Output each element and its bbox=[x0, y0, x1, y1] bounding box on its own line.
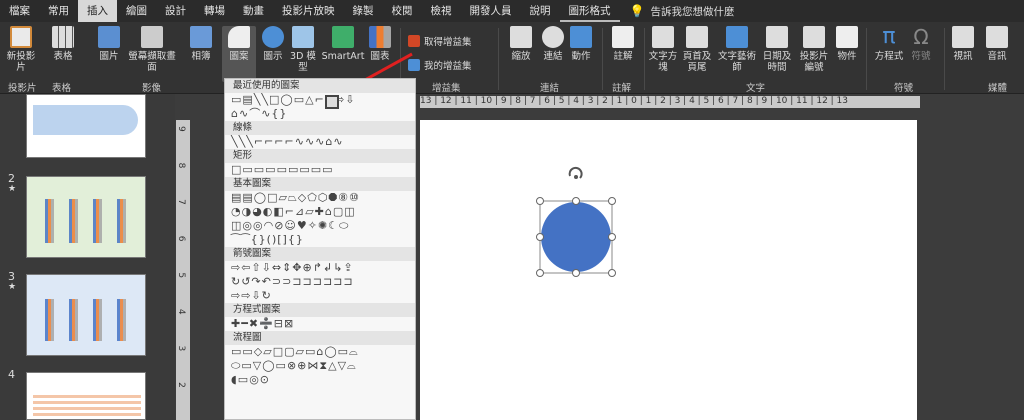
flowchart-row[interactable]: ⬭▭▽◯▭⊗⊕⋈⧗△▽⌓ bbox=[225, 359, 415, 373]
equation-shapes-row[interactable]: ✚━✖➗⊟⊠ bbox=[225, 317, 415, 331]
section-recent-shapes: 最近使用的圖案 bbox=[225, 79, 415, 93]
basic-shapes-row[interactable]: ◫◎◎◠⊘☺♥✧✺☾⬭ bbox=[225, 219, 415, 233]
section-block-arrows: 箭號圖案 bbox=[225, 247, 415, 261]
selected-circle-shape[interactable] bbox=[0, 0, 1024, 420]
recent-shapes-row[interactable]: ⌂∿⌒∿{} bbox=[225, 107, 415, 121]
circle-shape[interactable] bbox=[541, 202, 611, 272]
rectangles-row[interactable]: □▭▭▭▭▭▭▭▭ bbox=[225, 163, 415, 177]
basic-shapes-row[interactable]: ▤▤◯□▱⏢◇⬠⬡⯃⑧⑩ bbox=[225, 191, 415, 205]
section-equation-shapes: 方程式圖案 bbox=[225, 303, 415, 317]
section-flowchart: 流程圖 bbox=[225, 331, 415, 345]
shapes-dropdown[interactable]: 最近使用的圖案 ▭▤╲╲□◯▭△⌐⌐⇨⇩ ⌂∿⌒∿{} 線條 ╲╲╲⌐⌐⌐⌐∿∿… bbox=[224, 78, 416, 420]
block-arrows-row[interactable]: ⇨⇨⇩↻ bbox=[225, 289, 415, 303]
lines-row[interactable]: ╲╲╲⌐⌐⌐⌐∿∿∿⌂∿ bbox=[225, 135, 415, 149]
basic-shapes-row[interactable]: ◔◑◕◐◧⌐⊿▱✚⌂▢◫ bbox=[225, 205, 415, 219]
oval-shape-highlight[interactable] bbox=[325, 95, 339, 109]
flowchart-row[interactable]: ◖▭◎⊙ bbox=[225, 373, 415, 387]
flowchart-row[interactable]: ▭▭◇▱□▢▱▭⌂◯▭⌓ bbox=[225, 345, 415, 359]
recent-shapes-row[interactable]: ▭▤╲╲□◯▭△⌐⌐⇨⇩ bbox=[225, 93, 415, 107]
basic-shapes-row[interactable]: ⁀⁀{}()[]{} bbox=[225, 233, 415, 247]
block-arrows-row[interactable]: ↻↺↷↶⊃⊃⊐⊐⊐⊐⊐⊐ bbox=[225, 275, 415, 289]
block-arrows-row[interactable]: ⇨⇦⇧⇩⇔⇕✥⊕↱↲↳⇪ bbox=[225, 261, 415, 275]
section-lines: 線條 bbox=[225, 121, 415, 135]
section-rectangles: 矩形 bbox=[225, 149, 415, 163]
rotate-handle-icon[interactable] bbox=[568, 166, 583, 179]
section-basic-shapes: 基本圖案 bbox=[225, 177, 415, 191]
